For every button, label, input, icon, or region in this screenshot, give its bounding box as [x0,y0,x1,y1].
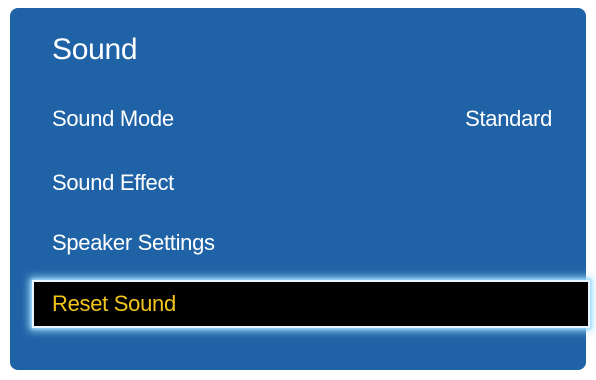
menu-item-label: Reset Sound [52,291,176,316]
sound-menu-panel: Sound Sound Mode Standard Sound Effect S… [10,8,590,370]
menu-item-reset-sound-selected[interactable]: Reset Sound [32,280,590,328]
menu-item-sound-mode[interactable]: Sound Mode Standard [10,96,586,142]
menu-item-label: Sound Effect [52,170,174,195]
menu-item-label: Sound Mode [52,106,174,131]
menu-title: Sound [52,33,138,66]
menu-item-sound-effect[interactable]: Sound Effect [10,160,586,206]
menu-item-label: Speaker Settings [52,230,215,255]
menu-item-value: Standard [465,106,552,131]
menu-item-speaker-settings[interactable]: Speaker Settings [10,220,586,266]
